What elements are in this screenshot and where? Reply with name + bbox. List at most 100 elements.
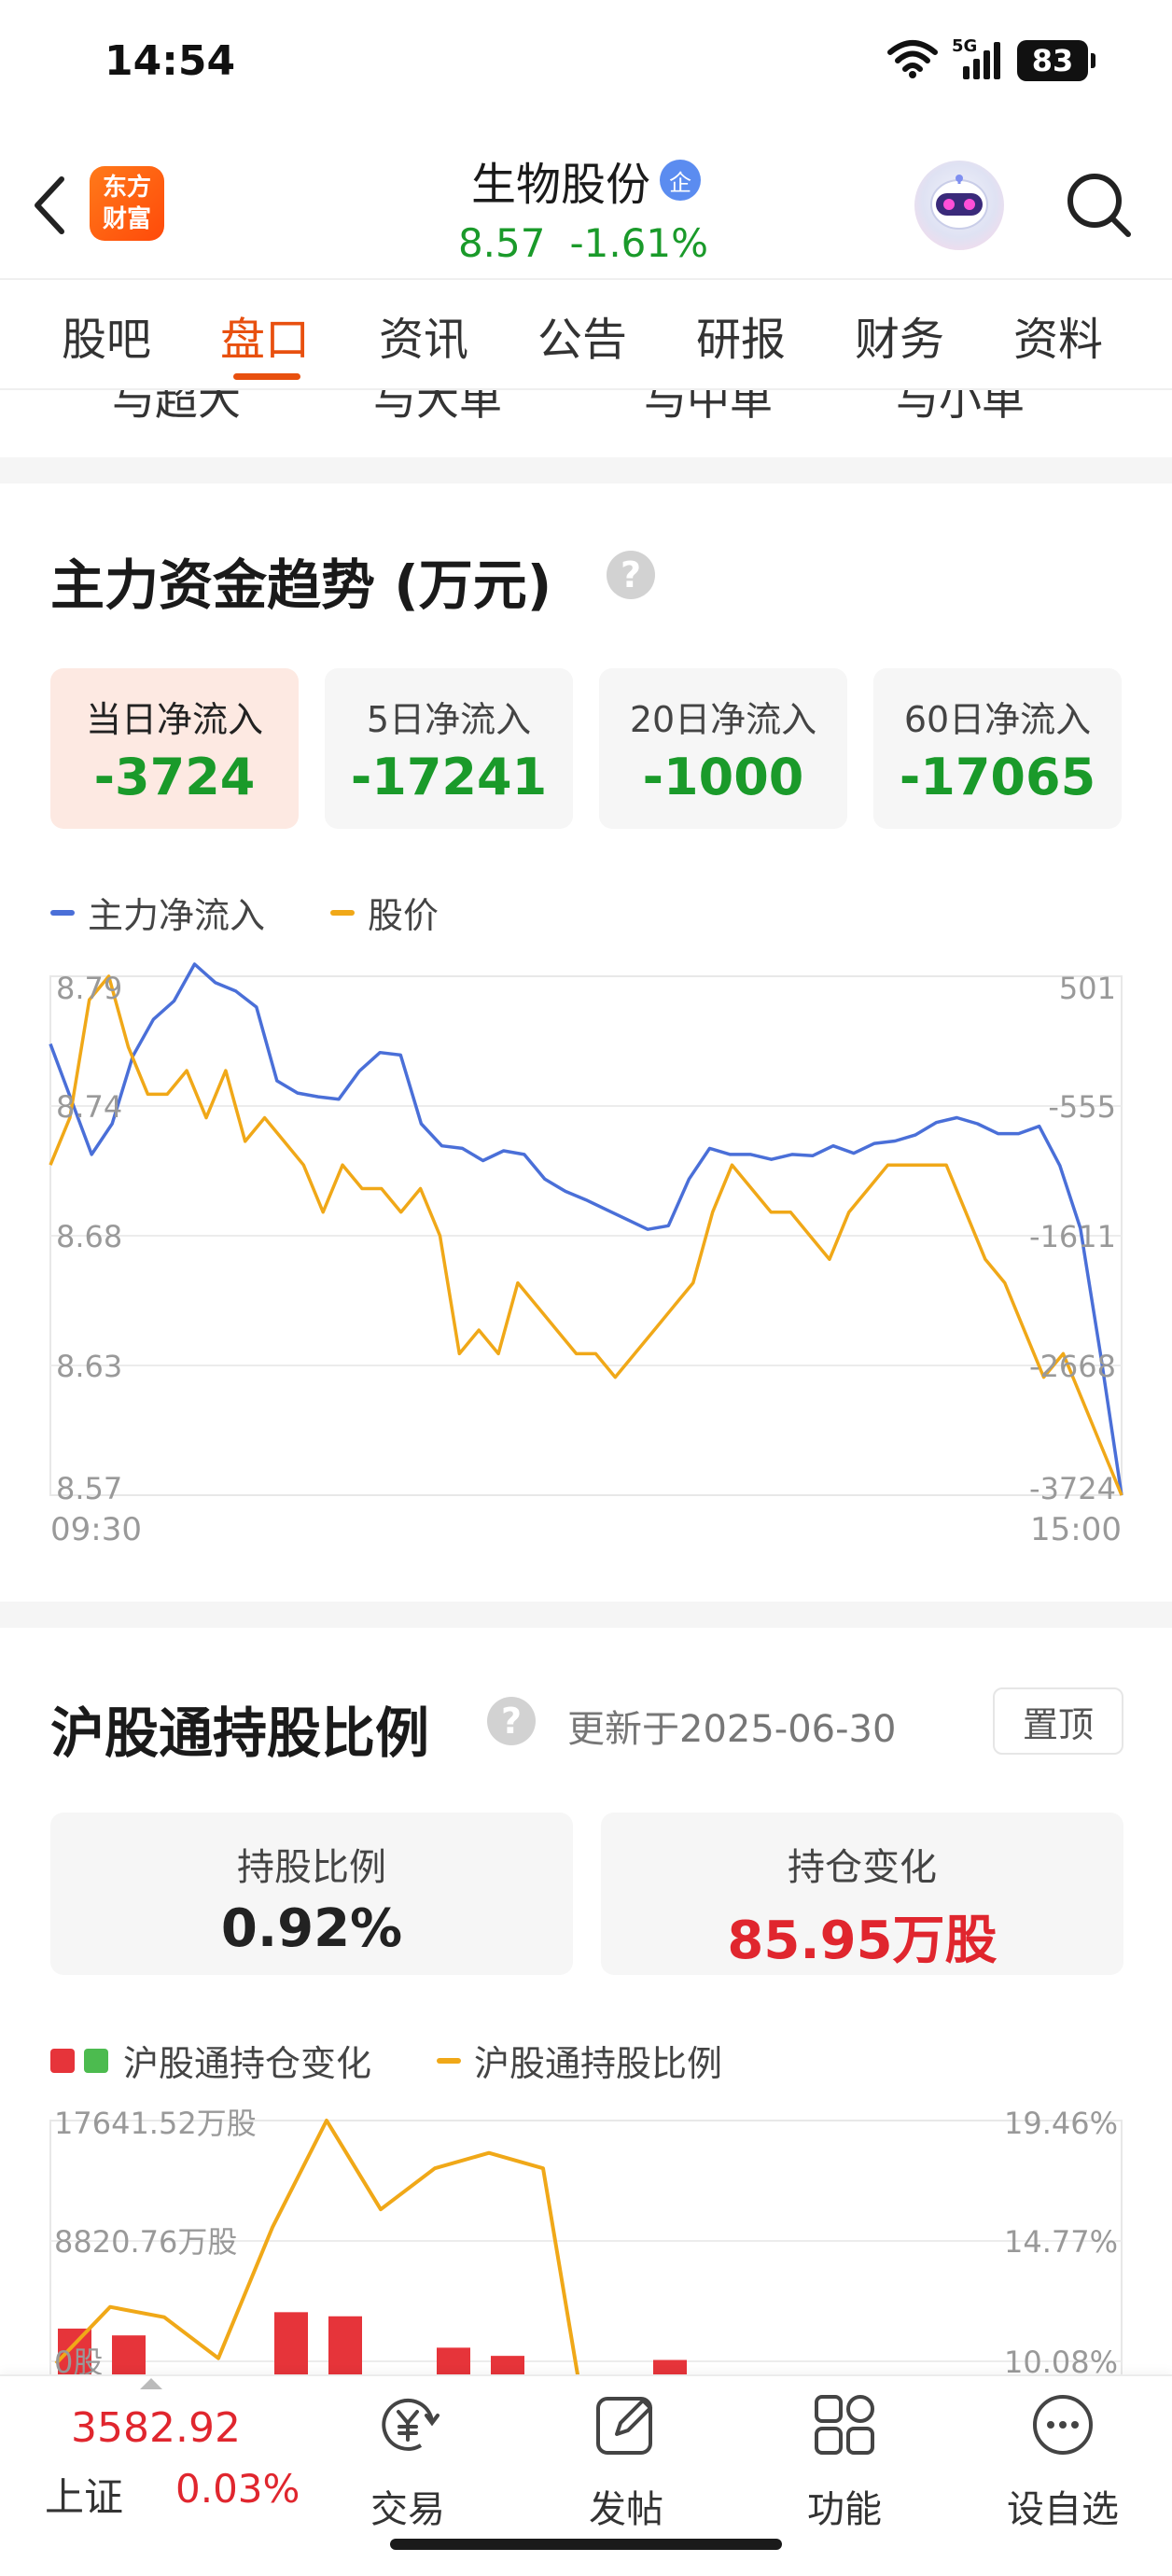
y-axis-right-tick: -1611 [1029,1219,1116,1254]
y-axis-left-tick: 8.57 [56,1471,122,1506]
y-axis-left-tick: 8.79 [56,971,122,1006]
stat-value: -1000 [642,748,804,806]
y-axis-left-tick: 8.74 [56,1089,122,1125]
search-button[interactable] [1056,162,1140,246]
add-watchlist-button[interactable]: 设自选 [993,2387,1133,2555]
home-indicator [390,2539,782,2550]
legend-label: 沪股通持仓变化 [123,2043,372,2084]
enterprise-badge: 企 [660,160,701,201]
more-dots-icon [1026,2387,1100,2462]
tab-pankou[interactable]: 盘口 [220,302,310,368]
holding-ratio-label: 持股比例 [237,1846,386,1889]
stock-name-row: 生物股份 企 [471,147,701,213]
position-change-card: 持仓变化 85.95万股 [601,1813,1123,1975]
y-axis-right-tick: 501 [1059,971,1116,1006]
clipped-label: 与小单 [896,390,1025,418]
nav-header: 东方 财富 生物股份 企 8.57 -1.61% [0,131,1172,278]
stat-card-60d[interactable]: 60日净流入 -17065 [873,668,1122,829]
index-change[interactable]: 0.03% [175,2466,300,2512]
stat-card-today[interactable]: 当日净流入 -3724 [50,668,299,829]
help-icon[interactable]: ? [487,1697,536,1745]
stat-card-20d[interactable]: 20日净流入 -1000 [599,668,847,829]
bottom-label: 设自选 [1007,2488,1119,2531]
x-axis-tick: 09:30 [50,1511,142,1548]
legend-swatch [330,909,356,916]
legend-swatch-red [50,2048,75,2073]
post-edit-icon [589,2387,663,2462]
holding-ratio-value: 0.92% [220,1898,403,1959]
y-axis-left-tick: 17641.52万股 [54,2106,257,2141]
fund-flow-chart: 8.79 501 8.74 -555 8.68 -1611 8.63 -2668 8.57 -37… [49,962,1123,1548]
update-date: 更新于2025-06-30 [567,1708,897,1751]
clipped-labels-row: 与超大 与大单 与中单 与小单 [0,390,1172,418]
robot-assistant-avatar[interactable] [914,161,1004,250]
cellular-signal-icon: 5G [952,36,1004,81]
stock-change-pct: -1.61% [569,220,709,266]
tab-guba[interactable]: 股吧 [62,302,151,368]
search-icon [1067,174,1131,237]
robot-icon [930,175,988,230]
legend-main-flow: 主力净流入 [50,887,265,938]
tab-bar: 股吧 盘口 资讯 公告 研报 财务 资料 [0,278,1172,390]
pin-to-top-button[interactable]: 置顶 [993,1687,1123,1755]
legend-label: 沪股通持股比例 [474,2043,723,2084]
holding-ratio-card: 持股比例 0.92% [50,1813,573,1975]
section-divider [0,457,1172,483]
stat-value: -17065 [899,748,1096,806]
stat-card-5d[interactable]: 5日净流入 -17241 [325,668,573,829]
legend-position-change: 沪股通持仓变化 [50,2035,371,2086]
stock-price: 8.57 [457,220,546,266]
clipped-label: 与大单 [373,390,502,418]
hk-connect-title: 沪股通持股比例 [50,1701,430,1765]
stat-value: -17241 [350,748,548,806]
stock-name: 生物股份 [470,159,650,211]
bottom-label: 交易 [370,2488,445,2531]
battery-indicator: 83 [1017,40,1095,81]
y-axis-left-tick: 8820.76万股 [54,2224,237,2260]
trade-yen-icon [370,2387,445,2462]
index-value[interactable]: 3582.92 [71,2404,241,2452]
bottom-label: 发帖 [589,2488,663,2531]
tab-announcements[interactable]: 公告 [537,302,627,368]
grid-apps-icon [807,2387,882,2462]
tab-finance[interactable]: 财务 [855,302,944,368]
fund-chart-legend: 主力净流入 股价 [50,887,439,938]
legend-swatch [437,2057,462,2064]
clipped-label: 与中单 [644,390,773,418]
y-axis-right-tick: 19.46% [1004,2106,1118,2141]
legend-label: 主力净流入 [88,895,266,936]
section-divider [0,1602,1172,1628]
index-name[interactable]: 上证 [45,2466,123,2523]
trade-button[interactable]: 交易 [338,2387,478,2555]
y-axis-left-tick: 8.68 [56,1219,122,1254]
functions-button[interactable]: 功能 [774,2387,914,2555]
y-axis-right-tick: -555 [1048,1089,1116,1125]
stat-value: -3724 [93,748,256,806]
status-icons: 5G 83 [886,36,1095,82]
stat-label: 当日净流入 [85,699,263,740]
index-expand-caret-icon[interactable] [140,2378,162,2389]
hk-connect-chart: 17641.52万股8820.76万股0股19.46%14.77%10.08% [49,2106,1123,2408]
plot-frame [49,2120,1123,2408]
bottom-label: 功能 [807,2488,882,2531]
legend-swatch [50,909,75,916]
status-time: 14:54 [105,37,236,85]
fund-flow-title: 主力资金趋势 (万元) [50,553,552,617]
y-axis-right-tick: -3724 [1029,1471,1116,1506]
post-button[interactable]: 发帖 [556,2387,696,2555]
hk-chart-legend: 沪股通持仓变化 沪股通持股比例 [50,2035,722,2086]
active-tab-indicator [233,373,300,380]
stat-label: 60日净流入 [903,699,1092,740]
wifi-icon [886,39,939,82]
legend-label: 股价 [368,895,440,936]
x-axis-tick: 15:00 [1030,1511,1122,1548]
help-icon[interactable]: ? [607,551,655,599]
position-change-value: 85.95万股 [727,1911,998,1971]
stat-label: 5日净流入 [366,699,532,740]
tab-news[interactable]: 资讯 [379,302,468,368]
tab-profile[interactable]: 资料 [1013,302,1103,368]
stat-label: 20日净流入 [629,699,817,740]
clipped-label: 与超大 [112,390,241,418]
tab-research[interactable]: 研报 [696,302,786,368]
legend-stock-price: 股价 [330,887,439,938]
